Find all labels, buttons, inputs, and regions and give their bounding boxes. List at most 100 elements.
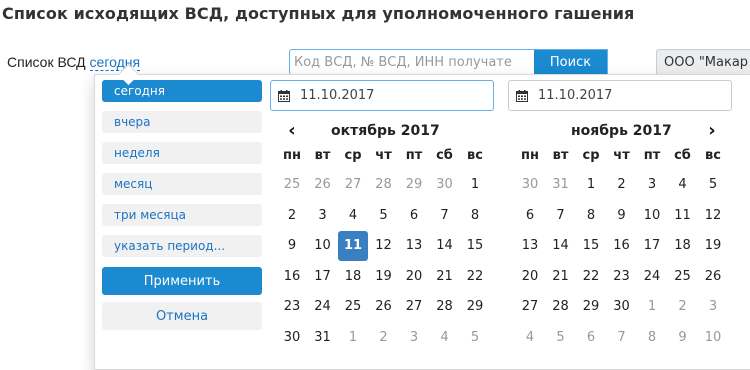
calendar-day[interactable]: 28 [430, 292, 460, 322]
cancel-button[interactable]: Отмена [102, 302, 262, 330]
calendar-day[interactable]: 4 [430, 323, 460, 353]
calendar-day[interactable]: 1 [637, 292, 667, 322]
calendar-day[interactable]: 2 [277, 201, 307, 231]
calendar-day[interactable]: 14 [546, 231, 576, 261]
calendar-day[interactable]: 16 [607, 231, 637, 261]
calendar-day[interactable]: 26 [698, 262, 728, 292]
calendar-day[interactable]: 2 [607, 170, 637, 200]
calendar-day[interactable]: 4 [515, 323, 545, 353]
calendar-day[interactable]: 10 [308, 231, 338, 261]
calendar-day[interactable]: 8 [637, 323, 667, 353]
calendar-day[interactable]: 31 [546, 170, 576, 200]
calendar-day[interactable]: 30 [607, 292, 637, 322]
calendar-day[interactable]: 8 [576, 201, 606, 231]
calendar-day[interactable]: 2 [668, 292, 698, 322]
calendar-day[interactable]: 22 [460, 262, 490, 292]
calendar-day[interactable]: 21 [546, 262, 576, 292]
calendar-day[interactable]: 4 [338, 201, 368, 231]
calendar-day[interactable]: 2 [369, 323, 399, 353]
calendar-day[interactable]: 3 [399, 323, 429, 353]
search-button[interactable]: Поиск [534, 50, 607, 74]
calendar-day[interactable]: 26 [369, 292, 399, 322]
calendar-day[interactable]: 30 [430, 170, 460, 200]
range-custom-period[interactable]: указать период... [102, 235, 262, 257]
calendar-day[interactable]: 3 [637, 170, 667, 200]
calendar-day[interactable]: 5 [546, 323, 576, 353]
calendar-day[interactable]: 20 [515, 262, 545, 292]
prev-month-icon[interactable]: ‹ [285, 122, 299, 140]
calendar-day[interactable]: 7 [430, 201, 460, 231]
calendar-day[interactable]: 7 [607, 323, 637, 353]
calendar-day[interactable]: 19 [698, 231, 728, 261]
calendar-day[interactable]: 1 [576, 170, 606, 200]
calendar-day[interactable]: 15 [576, 231, 606, 261]
calendar-day[interactable]: 15 [460, 231, 490, 261]
calendar-day[interactable]: 21 [430, 262, 460, 292]
weekday-label: сб [436, 148, 453, 163]
apply-button[interactable]: Применить [102, 267, 262, 295]
calendar-day[interactable]: 5 [460, 323, 490, 353]
calendar-day[interactable]: 1 [338, 323, 368, 353]
calendar-day[interactable]: 9 [668, 323, 698, 353]
calendar-day[interactable]: 10 [637, 201, 667, 231]
calendar-day[interactable]: 12 [698, 201, 728, 231]
calendar-day[interactable]: 23 [607, 262, 637, 292]
calendar-day[interactable]: 27 [399, 292, 429, 322]
calendar-day[interactable]: 14 [430, 231, 460, 261]
calendar-day[interactable]: 29 [460, 292, 490, 322]
end-date-input[interactable]: 11.10.2017 [508, 80, 732, 111]
calendar-day[interactable]: 20 [399, 262, 429, 292]
calendar-day[interactable]: 5 [369, 201, 399, 231]
calendar-day[interactable]: 24 [308, 292, 338, 322]
calendar-day[interactable]: 29 [399, 170, 429, 200]
calendar-day[interactable]: 1 [460, 170, 490, 200]
calendar-day[interactable]: 28 [369, 170, 399, 200]
organization-select[interactable]: ООО "Макар [656, 49, 750, 76]
range-three-months[interactable]: три месяца [102, 204, 262, 226]
calendar-day[interactable]: 19 [369, 262, 399, 292]
calendar-day[interactable]: 17 [308, 262, 338, 292]
calendar-day[interactable]: 30 [515, 170, 545, 200]
calendar-day[interactable]: 18 [668, 231, 698, 261]
start-date-input[interactable]: 11.10.2017 [270, 80, 494, 111]
calendar-day[interactable]: 10 [698, 323, 728, 353]
calendar-day[interactable]: 17 [637, 231, 667, 261]
calendar-day[interactable]: 22 [576, 262, 606, 292]
calendar-day[interactable]: 31 [308, 323, 338, 353]
calendar-day[interactable]: 26 [308, 170, 338, 200]
left-month-label: октябрь 2017 [331, 123, 440, 139]
calendar-day[interactable]: 30 [277, 323, 307, 353]
calendar-day[interactable]: 9 [277, 231, 307, 261]
calendar-day[interactable]: 13 [399, 231, 429, 261]
calendar-day[interactable]: 24 [637, 262, 667, 292]
calendar-day[interactable]: 16 [277, 262, 307, 292]
range-month[interactable]: месяц [102, 173, 262, 195]
calendar-day[interactable]: 27 [515, 292, 545, 322]
calendar-day[interactable]: 13 [515, 231, 545, 261]
calendar-day[interactable]: 23 [277, 292, 307, 322]
calendar-day[interactable]: 8 [460, 201, 490, 231]
range-yesterday[interactable]: вчера [102, 111, 262, 133]
calendar-day[interactable]: 11 [668, 201, 698, 231]
search-input[interactable] [290, 50, 534, 74]
calendar-day[interactable]: 6 [576, 323, 606, 353]
calendar-day[interactable]: 25 [668, 262, 698, 292]
calendar-day[interactable]: 7 [546, 201, 576, 231]
calendar-day[interactable]: 27 [338, 170, 368, 200]
calendar-day[interactable]: 25 [277, 170, 307, 200]
calendar-day[interactable]: 4 [668, 170, 698, 200]
calendar-day[interactable]: 25 [338, 292, 368, 322]
calendar-day[interactable]: 29 [576, 292, 606, 322]
calendar-day[interactable]: 18 [338, 262, 368, 292]
calendar-day[interactable]: 5 [698, 170, 728, 200]
calendar-day[interactable]: 3 [308, 201, 338, 231]
calendar-day[interactable]: 12 [369, 231, 399, 261]
calendar-day[interactable]: 6 [515, 201, 545, 231]
next-month-icon[interactable]: › [705, 122, 719, 140]
range-week[interactable]: неделя [102, 142, 262, 164]
calendar-day[interactable]: 9 [607, 201, 637, 231]
calendar-day[interactable]: 6 [399, 201, 429, 231]
selected-day[interactable]: 11 [338, 231, 368, 261]
calendar-day[interactable]: 28 [546, 292, 576, 322]
calendar-day[interactable]: 3 [698, 292, 728, 322]
